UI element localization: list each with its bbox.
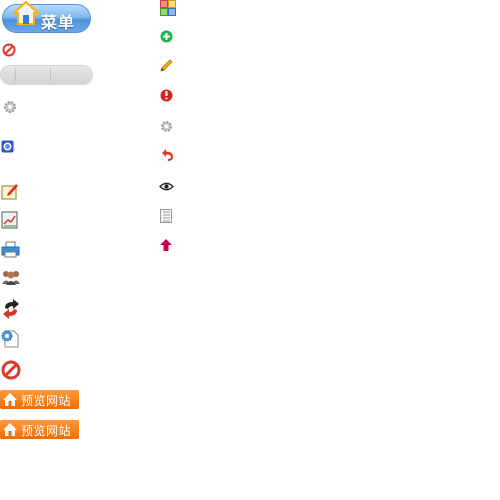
- view-eye-icon[interactable]: [159, 181, 174, 192]
- settings-gear-icon[interactable]: [3, 100, 17, 114]
- preview-site-label: 预览网站: [21, 394, 72, 408]
- chart-document-icon[interactable]: [1, 211, 19, 229]
- undo-icon[interactable]: [160, 149, 174, 162]
- preview-site-button[interactable]: 预览网站: [0, 390, 79, 409]
- list-document-icon[interactable]: [160, 209, 172, 223]
- home-icon: [13, 0, 39, 26]
- pencil-icon[interactable]: [160, 59, 173, 72]
- radio-button-icon[interactable]: [1, 140, 14, 153]
- gear-icon[interactable]: [160, 120, 173, 133]
- menu-button[interactable]: 菜单: [2, 0, 91, 33]
- grid-apps-icon[interactable]: [160, 0, 176, 16]
- power-icon[interactable]: [160, 89, 173, 102]
- preview-site-label: 预览网站: [21, 424, 72, 438]
- upload-arrow-icon[interactable]: [160, 239, 172, 251]
- user-group-icon[interactable]: [1, 269, 21, 286]
- preview-site-button[interactable]: 预览网站: [0, 420, 79, 439]
- home-icon: [3, 393, 17, 406]
- refresh-arrows-icon[interactable]: [2, 299, 20, 319]
- page-settings-icon[interactable]: [1, 330, 19, 348]
- stop-icon[interactable]: [1, 360, 21, 380]
- grey-split-bar[interactable]: [0, 65, 93, 85]
- edit-note-icon[interactable]: [1, 182, 19, 200]
- menu-label: 菜单: [41, 13, 76, 32]
- home-icon: [3, 423, 17, 436]
- printer-icon[interactable]: [1, 241, 20, 258]
- add-icon[interactable]: [160, 30, 173, 43]
- forbidden-icon[interactable]: [2, 43, 16, 57]
